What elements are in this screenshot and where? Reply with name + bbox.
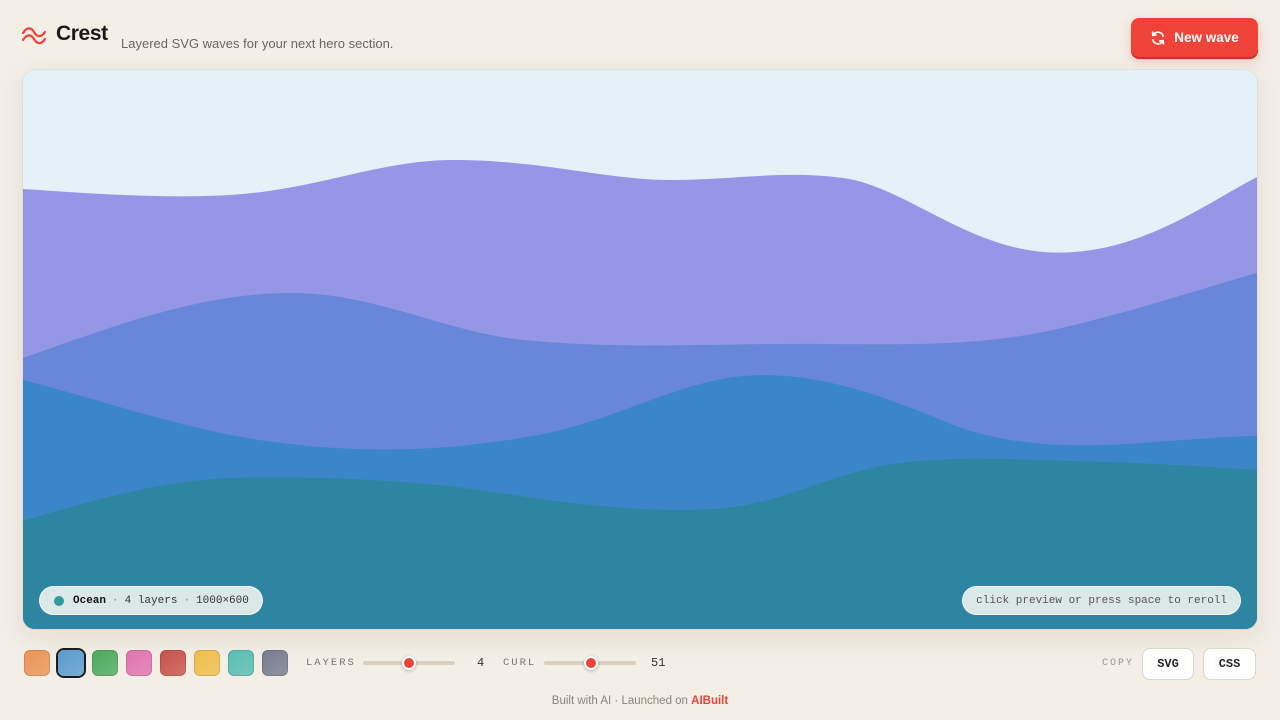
copy-svg-button[interactable]: SVG — [1142, 648, 1194, 680]
layers-label: LAYERS — [306, 657, 356, 669]
footer-brand-link[interactable]: AIBuilt — [691, 695, 728, 707]
layers-value: 4 — [477, 656, 485, 670]
app-tagline: Layered SVG waves for your next hero sec… — [121, 36, 394, 51]
layers-slider[interactable] — [363, 653, 455, 673]
palette-swatch-sunset[interactable] — [24, 650, 50, 676]
curl-value: 51 — [651, 656, 666, 670]
palette-swatch-citrus[interactable] — [194, 650, 220, 676]
palette-swatch-ocean[interactable] — [58, 650, 84, 676]
info-separator: · — [183, 594, 191, 607]
copy-label: COPY — [1102, 658, 1135, 669]
palette-dot-icon — [54, 595, 64, 606]
header: Crest Layered SVG waves for your next he… — [0, 0, 1280, 70]
palette-swatch-forest[interactable] — [92, 650, 118, 676]
toolbar: LAYERS 4 CURL 51 COPY SVG CSS — [0, 645, 1280, 683]
new-wave-label: New wave — [1174, 30, 1239, 45]
size-text: 1000×600 — [196, 594, 249, 607]
refresh-icon — [1151, 30, 1165, 45]
palette-swatch-slate[interactable] — [262, 650, 288, 676]
footer: Built with AI · Launched on AIBuilt — [0, 695, 1280, 707]
wave-canvas — [23, 160, 1257, 629]
palette-swatch-bloom[interactable] — [126, 650, 152, 676]
info-separator: · — [112, 594, 119, 607]
wave-logo-icon — [21, 27, 47, 45]
layer-count-text: 4 layers — [124, 594, 178, 607]
footer-text: Built with AI · Launched on — [551, 695, 688, 707]
new-wave-button[interactable]: New wave — [1131, 18, 1258, 57]
curl-label: CURL — [503, 657, 537, 669]
palette-swatch-lagoon[interactable] — [228, 650, 254, 676]
layers-slider-thumb[interactable] — [402, 656, 416, 670]
palette-swatch-ember[interactable] — [160, 650, 186, 676]
palette-name: Ocean — [73, 594, 107, 607]
app-title: Crest — [56, 22, 108, 45]
copy-css-button[interactable]: CSS — [1203, 648, 1256, 680]
reroll-hint: click preview or press space to reroll — [962, 586, 1241, 615]
wave-preview[interactable]: Ocean · 4 layers · 1000×600 click previe… — [23, 70, 1257, 629]
preview-info-badge: Ocean · 4 layers · 1000×600 — [39, 586, 263, 615]
curl-slider-thumb[interactable] — [583, 656, 598, 670]
curl-slider[interactable] — [544, 653, 636, 673]
